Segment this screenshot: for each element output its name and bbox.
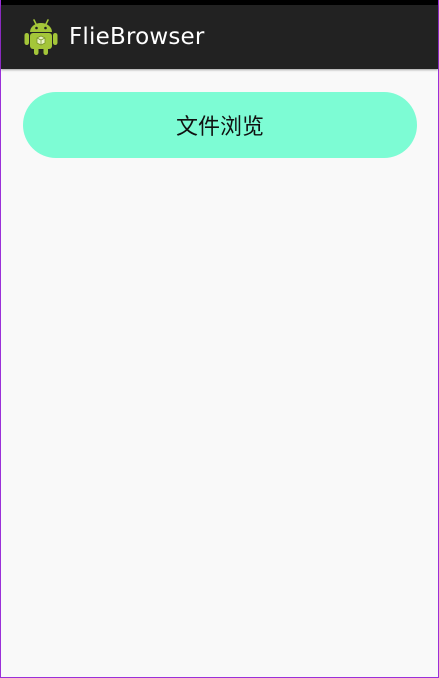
action-bar: FlieBrowser — [1, 5, 438, 69]
app-window: FlieBrowser 文件浏览 — [0, 0, 439, 678]
main-content: 文件浏览 — [1, 69, 438, 677]
app-title: FlieBrowser — [69, 24, 205, 50]
file-browse-button[interactable]: 文件浏览 — [23, 92, 417, 158]
android-robot-icon — [23, 17, 59, 57]
